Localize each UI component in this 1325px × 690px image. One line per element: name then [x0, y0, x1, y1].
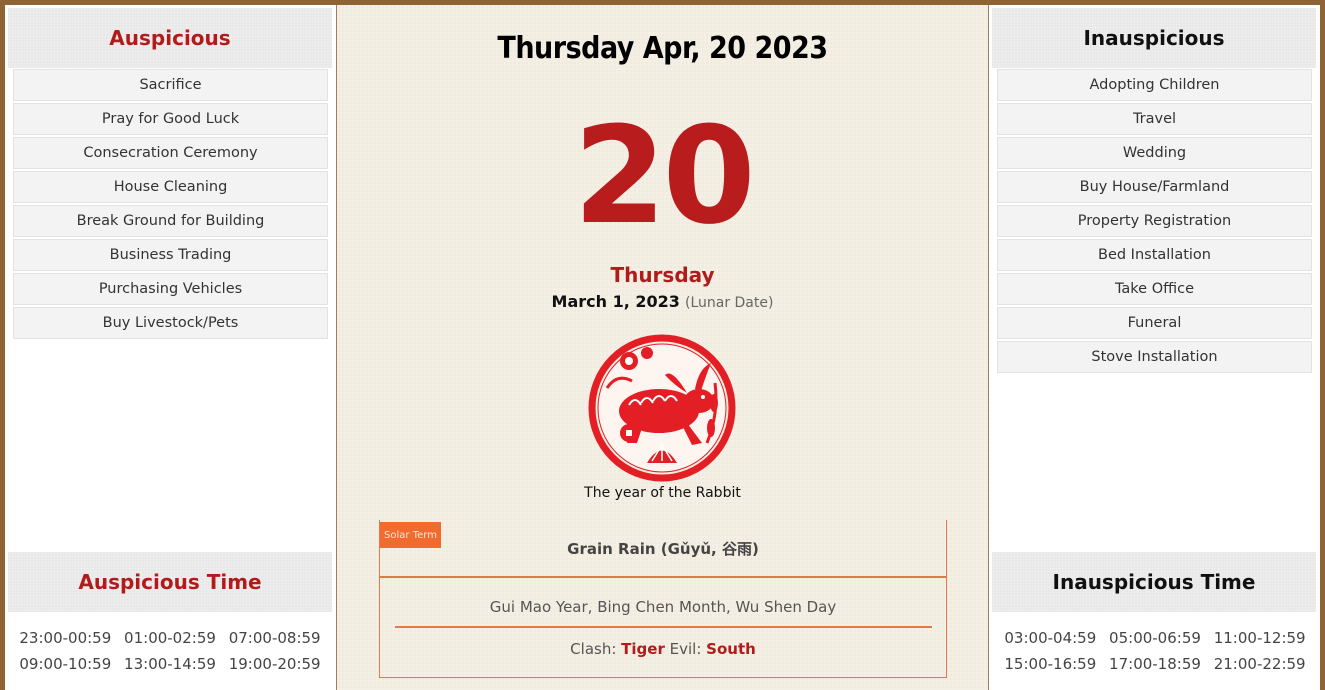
inauspicious-activity[interactable]: Stove Installation	[997, 341, 1312, 373]
calendar-page: Auspicious Sacrifice Pray for Good Luck …	[5, 5, 1320, 690]
inauspicious-time-slot: 03:00-04:59	[1004, 629, 1097, 647]
clash-evil-line: Clash: Tiger Evil: South	[380, 640, 946, 658]
evil-value: South	[706, 640, 756, 658]
solar-term-box: Solar Term Grain Rain (Gǔyǔ, 谷雨) Gui Mao…	[379, 520, 947, 678]
auspicious-activity[interactable]: House Cleaning	[13, 171, 328, 203]
auspicious-activity-list: Sacrifice Pray for Good Luck Consecratio…	[13, 69, 328, 341]
divider	[395, 626, 932, 628]
solar-term-name: Grain Rain (Gǔyǔ, 谷雨)	[567, 540, 759, 558]
lunar-date: March 1, 2023 (Lunar Date)	[337, 292, 988, 311]
auspicious-activity[interactable]: Consecration Ceremony	[13, 137, 328, 169]
auspicious-time-slot: 23:00-00:59	[19, 629, 112, 647]
inauspicious-activity[interactable]: Take Office	[997, 273, 1312, 305]
inauspicious-time-slot: 15:00-16:59	[1004, 655, 1097, 673]
auspicious-activity[interactable]: Purchasing Vehicles	[13, 273, 328, 305]
day-detail-panel: Thursday Apr, 20 2023 20 Thursday March …	[336, 5, 989, 690]
inauspicious-activity-list: Adopting Children Travel Wedding Buy Hou…	[997, 69, 1312, 375]
inauspicious-time-list: 03:00-04:59 05:00-06:59 11:00-12:59 15:0…	[990, 629, 1320, 673]
inauspicious-time-slot: 17:00-18:59	[1109, 655, 1201, 673]
inauspicious-heading: Inauspicious	[992, 8, 1316, 68]
clash-label: Clash:	[570, 640, 617, 658]
inauspicious-activity[interactable]: Bed Installation	[997, 239, 1312, 271]
inauspicious-time-slot: 05:00-06:59	[1109, 629, 1201, 647]
evil-label: Evil:	[669, 640, 702, 658]
auspicious-heading: Auspicious	[8, 8, 332, 68]
divider	[380, 576, 946, 578]
clash-value: Tiger	[621, 640, 665, 658]
auspicious-time-slot: 09:00-10:59	[19, 655, 112, 673]
auspicious-activity[interactable]: Break Ground for Building	[13, 205, 328, 237]
day-number: 20	[573, 98, 755, 254]
inauspicious-time-slot: 11:00-12:59	[1213, 629, 1306, 647]
inauspicious-activity[interactable]: Buy House/Farmland	[997, 171, 1312, 203]
auspicious-activity[interactable]: Sacrifice	[13, 69, 328, 101]
inauspicious-activity[interactable]: Wedding	[997, 137, 1312, 169]
weekday-label: Thursday	[610, 263, 715, 287]
auspicious-time-slot: 13:00-14:59	[124, 655, 216, 673]
rabbit-papercut-icon	[588, 334, 736, 482]
inauspicious-activity[interactable]: Funeral	[997, 307, 1312, 339]
zodiac-caption: The year of the Rabbit	[584, 485, 741, 501]
lunar-date-label: (Lunar Date)	[684, 295, 774, 311]
auspicious-time-slot: 19:00-20:59	[228, 655, 321, 673]
date-title: Thursday Apr, 20 2023	[497, 31, 828, 66]
auspicious-column: Auspicious Sacrifice Pray for Good Luck …	[5, 5, 335, 690]
inauspicious-time-heading: Inauspicious Time	[992, 552, 1316, 612]
ganzhi-text: Gui Mao Year, Bing Chen Month, Wu Shen D…	[489, 598, 837, 616]
inauspicious-activity[interactable]: Property Registration	[997, 205, 1312, 237]
auspicious-time-heading: Auspicious Time	[8, 552, 332, 612]
inauspicious-column: Inauspicious Adopting Children Travel We…	[990, 5, 1320, 690]
inauspicious-activity[interactable]: Adopting Children	[997, 69, 1312, 101]
inauspicious-activity[interactable]: Travel	[997, 103, 1312, 135]
auspicious-time-slot: 01:00-02:59	[124, 629, 216, 647]
auspicious-activity[interactable]: Pray for Good Luck	[13, 103, 328, 135]
auspicious-activity[interactable]: Business Trading	[13, 239, 328, 271]
auspicious-time-list: 23:00-00:59 01:00-02:59 07:00-08:59 09:0…	[5, 629, 335, 673]
auspicious-time-slot: 07:00-08:59	[228, 629, 321, 647]
inauspicious-time-slot: 21:00-22:59	[1213, 655, 1306, 673]
lunar-date-value: March 1, 2023	[551, 292, 680, 311]
auspicious-activity[interactable]: Buy Livestock/Pets	[13, 307, 328, 339]
